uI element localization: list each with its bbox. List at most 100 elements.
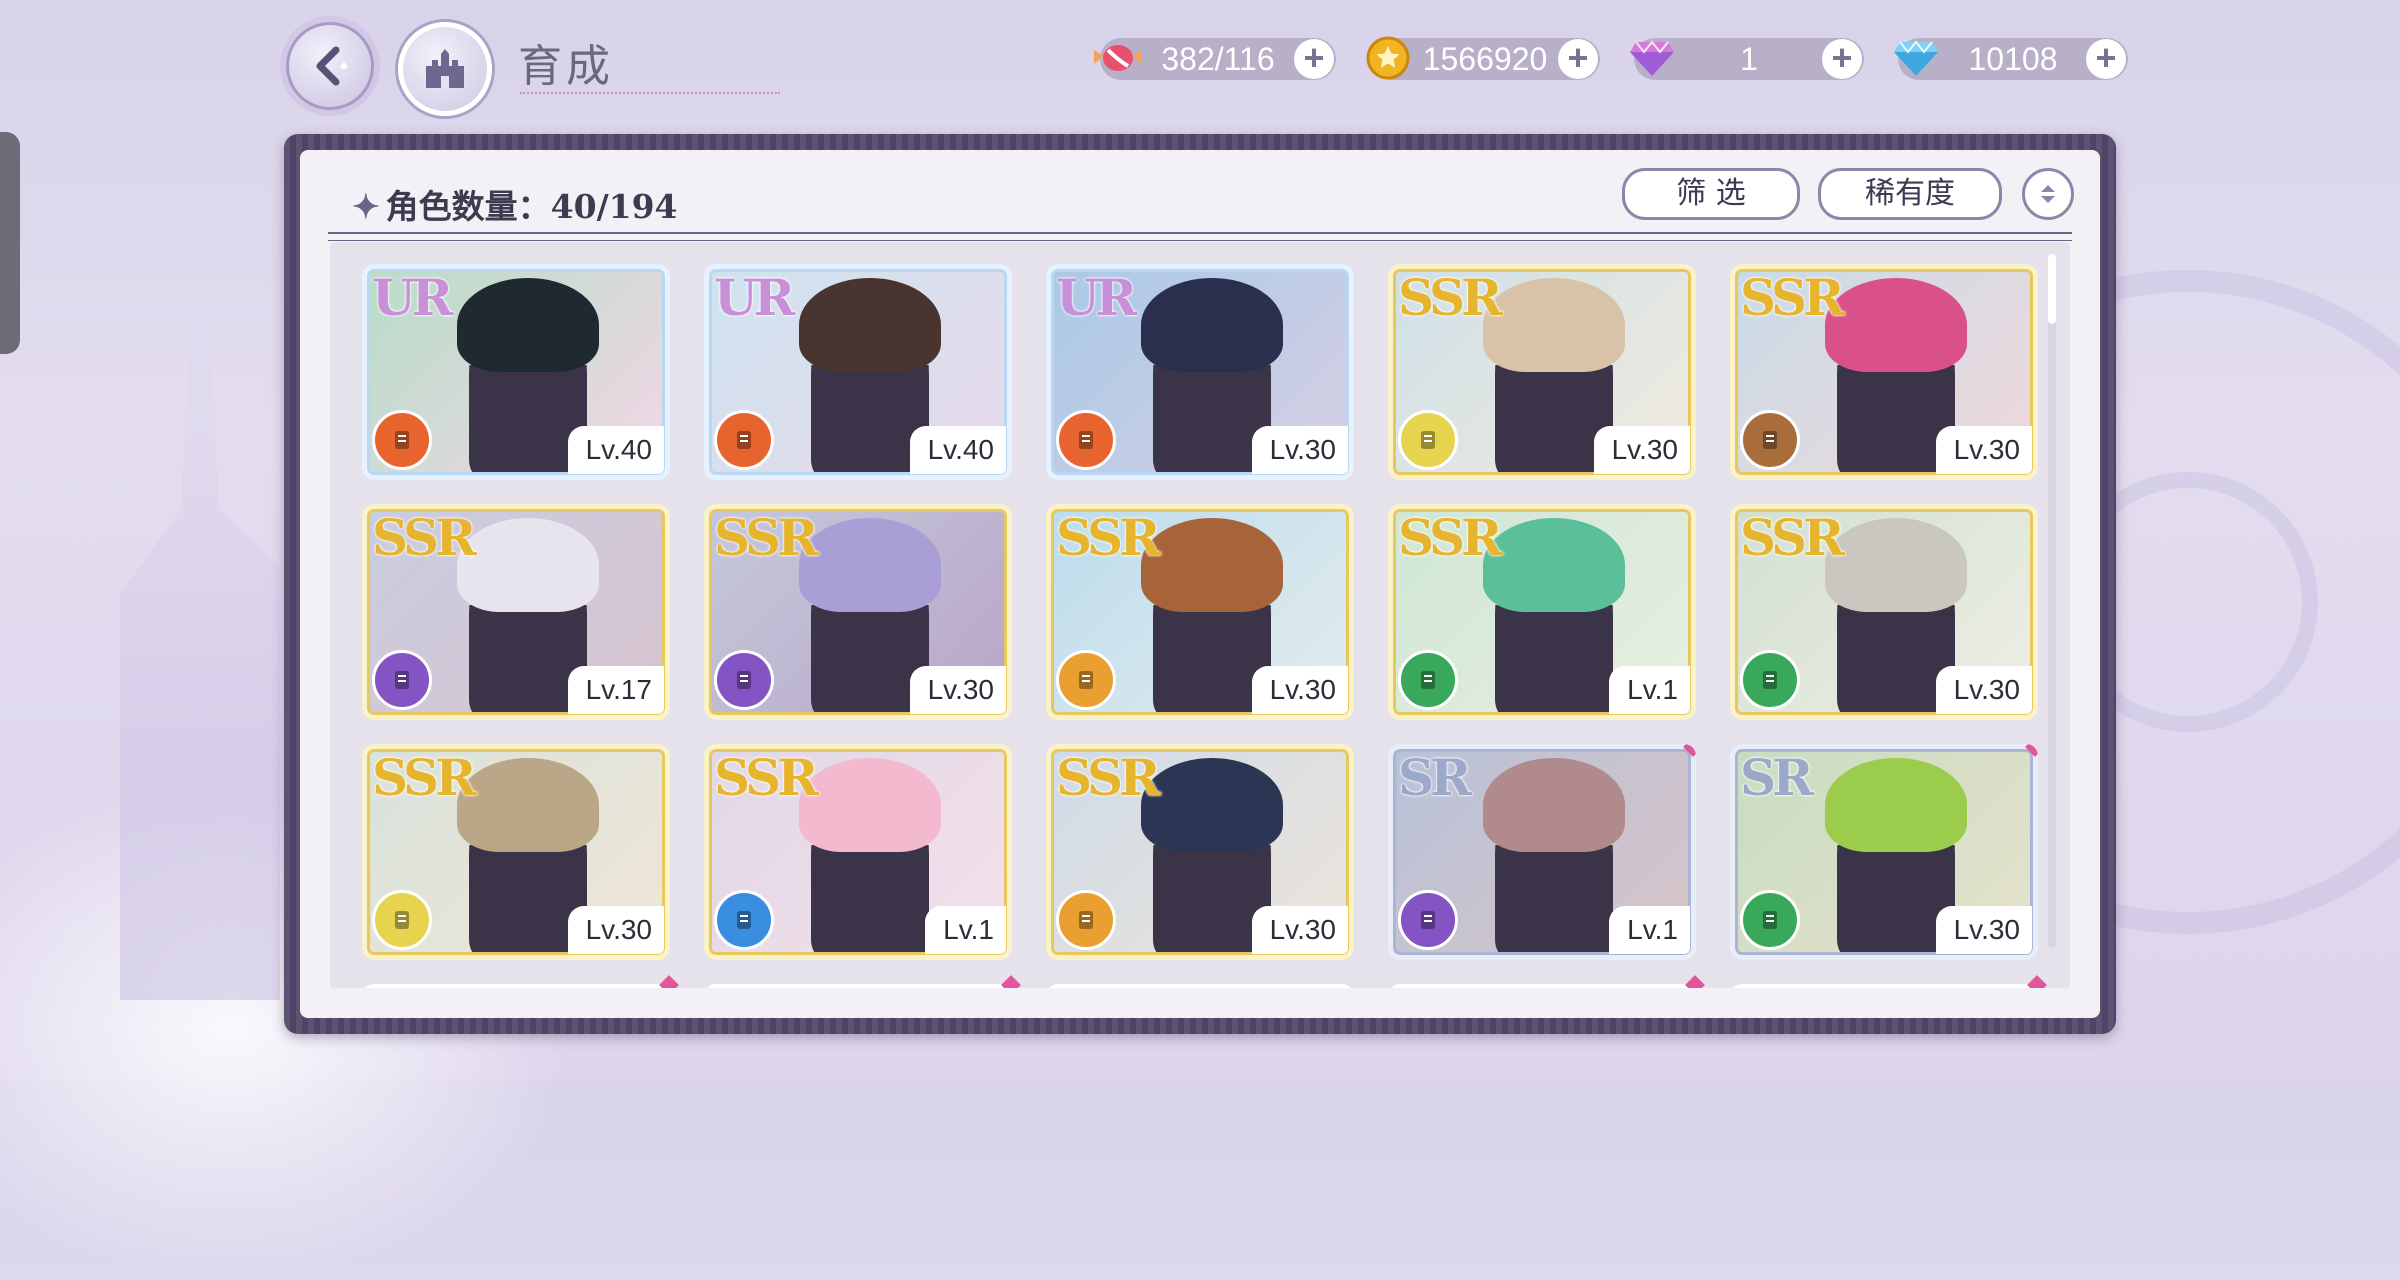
character-card-partial[interactable]: [1388, 984, 1696, 988]
level-label: Lv.30: [1935, 666, 2032, 714]
orange-book-icon: [1056, 650, 1116, 710]
sparkle-icon: ✦: [352, 187, 380, 226]
character-card[interactable]: UR Lv.40: [704, 264, 1012, 480]
orange-book-icon: [714, 410, 774, 470]
character-grid[interactable]: UR Lv.40 UR Lv.40 UR Lv.30 SSR Lv.30 SSR Lv.30 SSR…: [330, 242, 2070, 988]
level-label: Lv.30: [909, 666, 1006, 714]
rarity-badge: SR: [1740, 748, 1814, 807]
rarity-badge: UR: [714, 268, 795, 327]
character-card[interactable]: SSR Lv.30: [704, 504, 1012, 720]
yellow-wrench-icon: [1398, 410, 1458, 470]
scrollbar-thumb[interactable]: [2048, 254, 2056, 324]
rarity-badge: SSR: [1740, 508, 1845, 567]
level-label: Lv.17: [567, 666, 664, 714]
new-marker-icon: [2027, 975, 2047, 988]
rarity-badge: SSR: [1398, 508, 1503, 567]
character-card[interactable]: SSR Lv.30: [1046, 744, 1354, 960]
level-label: Lv.30: [1935, 426, 2032, 474]
character-card-partial[interactable]: [1730, 984, 2038, 988]
character-card[interactable]: SSR Lv.30: [1730, 264, 2038, 480]
rarity-badge: SSR: [1056, 748, 1161, 807]
sort-arrows-icon: [2041, 185, 2055, 203]
character-card[interactable]: SSR Lv.1: [704, 744, 1012, 960]
add-diamond-button[interactable]: +: [2086, 39, 2126, 79]
resource-pink-gem: 1 +: [1630, 38, 1864, 80]
purple-boot-icon: [372, 650, 432, 710]
character-card[interactable]: SSR Lv.30: [1046, 504, 1354, 720]
level-label: Lv.30: [1935, 906, 2032, 954]
rarity-badge: SSR: [372, 508, 477, 567]
rarity-badge: SSR: [1056, 508, 1161, 567]
level-label: Lv.30: [1251, 906, 1348, 954]
character-card-partial[interactable]: [704, 984, 1012, 988]
character-panel-inner: ✦ 角色数量：40/194 筛 选 稀有度 UR Lv.40 UR Lv.40 UR Lv.…: [300, 150, 2100, 1018]
level-label: Lv.40: [909, 426, 1006, 474]
character-card[interactable]: SSR Lv.1: [1388, 504, 1696, 720]
blue-diamond-icon: [1886, 28, 1946, 88]
back-button[interactable]: [286, 22, 374, 110]
purple-boot-icon: [1398, 890, 1458, 950]
orange-hammer-icon: [372, 410, 432, 470]
green-shield-icon: [1740, 890, 1800, 950]
character-panel: ✦ 角色数量：40/194 筛 选 稀有度 UR Lv.40 UR Lv.40 UR Lv.…: [284, 134, 2116, 1034]
level-label: Lv.1: [1609, 666, 1690, 714]
add-pink-gem-button[interactable]: +: [1822, 39, 1862, 79]
filter-button[interactable]: 筛 选: [1622, 168, 1800, 220]
side-drawer-tab[interactable]: [0, 132, 20, 354]
rarity-badge: UR: [372, 268, 453, 327]
character-card[interactable]: UR Lv.40: [362, 264, 670, 480]
character-count: ✦ 角色数量：40/194: [352, 180, 678, 228]
rarity-badge: SSR: [1740, 268, 1845, 327]
rarity-badge: SSR: [714, 748, 819, 807]
level-label: Lv.40: [567, 426, 664, 474]
rarity-badge: SSR: [714, 508, 819, 567]
resource-gold: 1566920 +: [1366, 36, 1600, 80]
add-stamina-button[interactable]: +: [1294, 39, 1334, 79]
title-decoration: [520, 66, 780, 94]
character-count-label: 角色数量：40/194: [385, 187, 678, 226]
yellow-book-icon: [372, 890, 432, 950]
candy-icon: [1088, 28, 1148, 88]
rarity-badge: SSR: [372, 748, 477, 807]
level-label: Lv.30: [1593, 426, 1690, 474]
character-card[interactable]: SSR Lv.17: [362, 504, 670, 720]
scrollbar[interactable]: [2048, 254, 2056, 948]
new-marker-icon: [659, 975, 679, 988]
resource-stamina: 382/116 +: [1094, 38, 1336, 80]
resource-diamond: 10108 +: [1894, 38, 2128, 80]
blue-wrench-icon: [714, 890, 774, 950]
rarity-badge: SSR: [1398, 268, 1503, 327]
background-castle: [120, 300, 280, 1000]
pink-diamond-icon: [1622, 28, 1682, 88]
castle-icon: [426, 49, 464, 88]
orange-fist-icon: [1056, 410, 1116, 470]
brown-boot-icon: [1740, 410, 1800, 470]
character-card[interactable]: SR Lv.1: [1388, 744, 1696, 960]
sort-order-button[interactable]: [2022, 168, 2074, 220]
green-boot-icon: [1398, 650, 1458, 710]
rarity-badge: SR: [1398, 748, 1472, 807]
character-card[interactable]: UR Lv.30: [1046, 264, 1354, 480]
level-label: Lv.30: [1251, 426, 1348, 474]
header-divider: [328, 232, 2072, 241]
character-card-partial[interactable]: [362, 984, 670, 988]
character-card[interactable]: SSR Lv.30: [1388, 264, 1696, 480]
character-card[interactable]: SSR Lv.30: [1730, 504, 2038, 720]
level-label: Lv.1: [925, 906, 1006, 954]
level-label: Lv.30: [567, 906, 664, 954]
character-card[interactable]: SR Lv.30: [1730, 744, 2038, 960]
rarity-sort-button[interactable]: 稀有度: [1818, 168, 2002, 220]
chevron-left-icon: [316, 46, 348, 86]
character-card-partial[interactable]: [1046, 984, 1354, 988]
character-card[interactable]: SSR Lv.30: [362, 744, 670, 960]
home-button[interactable]: [398, 22, 492, 116]
gold-coin-icon: [1358, 28, 1418, 88]
purple-fist-icon: [714, 650, 774, 710]
rarity-badge: UR: [1056, 268, 1137, 327]
new-marker-icon: [1001, 975, 1021, 988]
level-label: Lv.30: [1251, 666, 1348, 714]
orange-book-icon: [1056, 890, 1116, 950]
green-wrench-icon: [1740, 650, 1800, 710]
new-marker-icon: [1685, 975, 1705, 988]
add-gold-button[interactable]: +: [1558, 39, 1598, 79]
